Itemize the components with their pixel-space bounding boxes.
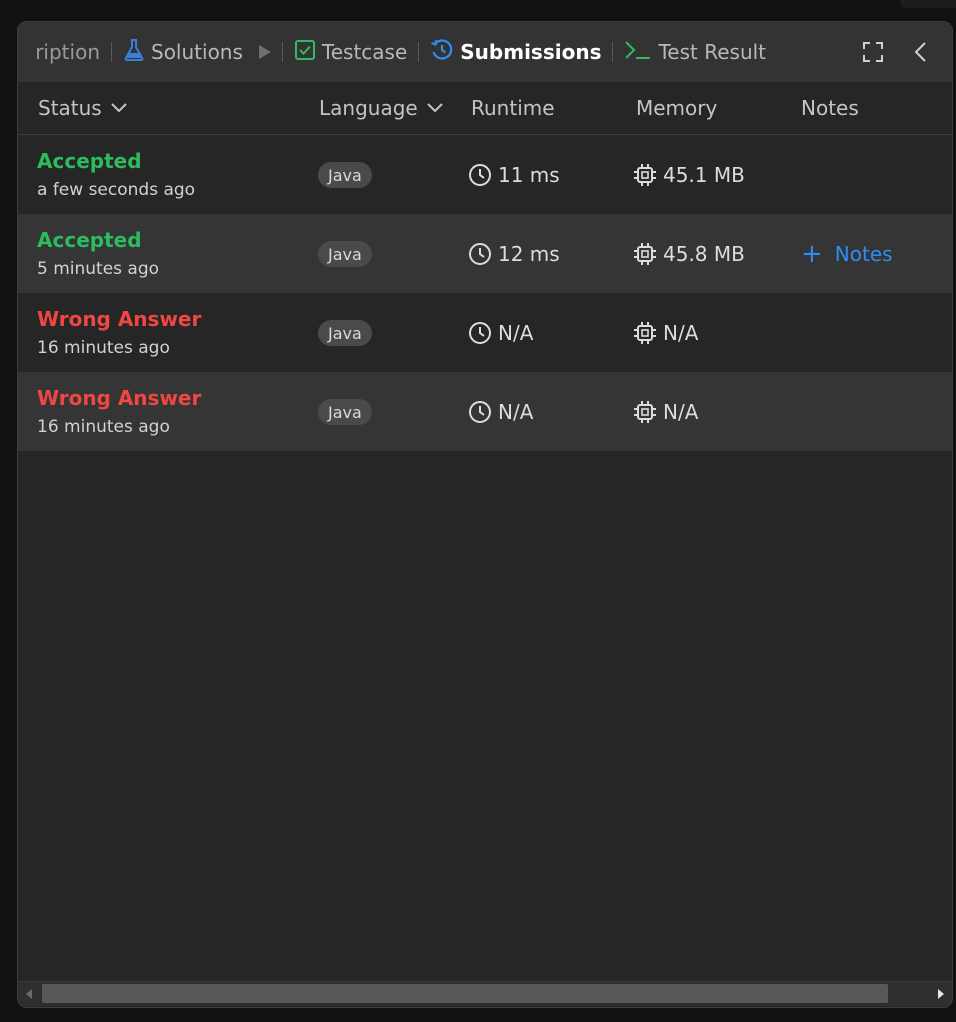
chip-icon (634, 242, 656, 265)
language-badge: Java (318, 162, 372, 188)
runtime-cell: N/A (468, 372, 533, 451)
submission-row[interactable]: Accepted a few seconds ago Java 11 ms 45… (18, 135, 952, 214)
maximize-icon[interactable] (860, 39, 886, 65)
tab-testcase-label: Testcase (321, 40, 408, 64)
submission-row[interactable]: Wrong Answer 16 minutes ago Java N/A N/A (18, 293, 952, 372)
tab-description[interactable]: ription (18, 22, 100, 82)
memory-value: 45.1 MB (663, 162, 745, 187)
status-column-header[interactable]: Status (38, 82, 128, 134)
table-header: Status Language Runtime Memory Notes (18, 82, 952, 135)
tab-separator (111, 42, 112, 62)
runtime-header-label: Runtime (471, 96, 555, 120)
add-notes-button[interactable]: + Notes (801, 214, 893, 293)
horizontal-scrollbar[interactable] (18, 981, 952, 1006)
memory-cell: 45.8 MB (633, 214, 745, 293)
submission-time: a few seconds ago (37, 180, 196, 200)
runtime-value: 11 ms (498, 162, 560, 187)
runtime-value: N/A (498, 399, 534, 424)
submissions-panel: ription Solutions Testcase Submissions T… (17, 21, 953, 1008)
submission-status[interactable]: Accepted (37, 149, 142, 173)
runtime-cell: 11 ms (468, 135, 560, 214)
status-header-label: Status (38, 96, 102, 120)
checkbox-icon (294, 39, 316, 66)
memory-value: N/A (663, 399, 699, 424)
language-badge: Java (318, 399, 372, 425)
language-badge: Java (318, 241, 372, 267)
language-column-header[interactable]: Language (319, 82, 444, 134)
memory-value: 45.8 MB (663, 241, 745, 266)
clock-icon (469, 321, 491, 344)
submission-status[interactable]: Wrong Answer (37, 307, 201, 331)
submission-status[interactable]: Wrong Answer (37, 386, 201, 410)
runtime-value: 12 ms (498, 241, 560, 266)
play-icon[interactable] (258, 45, 271, 59)
clock-icon (469, 400, 491, 423)
runtime-cell: N/A (468, 293, 533, 372)
memory-column-header: Memory (636, 82, 717, 134)
tab-solutions-label: Solutions (151, 40, 243, 64)
submission-time: 16 minutes ago (37, 338, 170, 358)
tab-separator (612, 42, 614, 62)
tab-submissions[interactable]: Submissions (430, 22, 601, 82)
tab-bar: ription Solutions Testcase Submissions T… (18, 22, 952, 82)
runtime-value: N/A (498, 320, 534, 345)
tab-testcase[interactable]: Testcase (294, 22, 407, 82)
submission-time: 5 minutes ago (37, 259, 160, 279)
scrollbar-thumb[interactable] (42, 984, 888, 1003)
submission-time: 16 minutes ago (37, 417, 170, 437)
flask-icon (123, 38, 145, 67)
clock-icon (469, 242, 491, 265)
notes-column-header: Notes (801, 82, 859, 134)
memory-cell: N/A (633, 372, 698, 451)
tab-test-result[interactable]: Test Result (624, 22, 766, 82)
chevron-down-icon (111, 103, 127, 113)
chip-icon (634, 400, 656, 423)
chevron-down-icon (426, 103, 443, 113)
plus-icon: + (801, 238, 823, 269)
tab-solutions[interactable]: Solutions (123, 22, 271, 82)
tab-test-result-label: Test Result (658, 40, 767, 64)
notes-header-label: Notes (801, 96, 859, 120)
submission-row[interactable]: Wrong Answer 16 minutes ago Java N/A N/A (18, 372, 952, 451)
language-badge: Java (318, 320, 372, 346)
collapse-icon[interactable] (908, 39, 934, 65)
scroll-left-arrow-icon[interactable] (26, 989, 32, 999)
add-notes-label: Notes (834, 241, 893, 266)
tab-separator (281, 42, 283, 62)
memory-value: N/A (663, 320, 699, 345)
runtime-cell: 12 ms (468, 214, 560, 293)
submission-status[interactable]: Accepted (37, 228, 142, 252)
chip-icon (634, 321, 656, 344)
memory-cell: N/A (633, 293, 698, 372)
scroll-right-arrow-icon[interactable] (938, 989, 944, 999)
tab-description-label: ription (35, 40, 100, 64)
tab-submissions-label: Submissions (460, 40, 602, 64)
panel-controls (860, 22, 934, 82)
window-corner (900, 0, 956, 8)
history-icon (430, 38, 454, 67)
clock-icon (469, 163, 491, 186)
language-header-label: Language (319, 96, 418, 120)
memory-header-label: Memory (636, 96, 718, 120)
chip-icon (634, 163, 656, 186)
terminal-icon (624, 39, 652, 66)
submission-row[interactable]: Accepted 5 minutes ago Java 12 ms 45.8 M… (18, 214, 952, 293)
runtime-column-header: Runtime (471, 82, 555, 134)
memory-cell: 45.1 MB (633, 135, 745, 214)
tab-separator (418, 42, 420, 62)
